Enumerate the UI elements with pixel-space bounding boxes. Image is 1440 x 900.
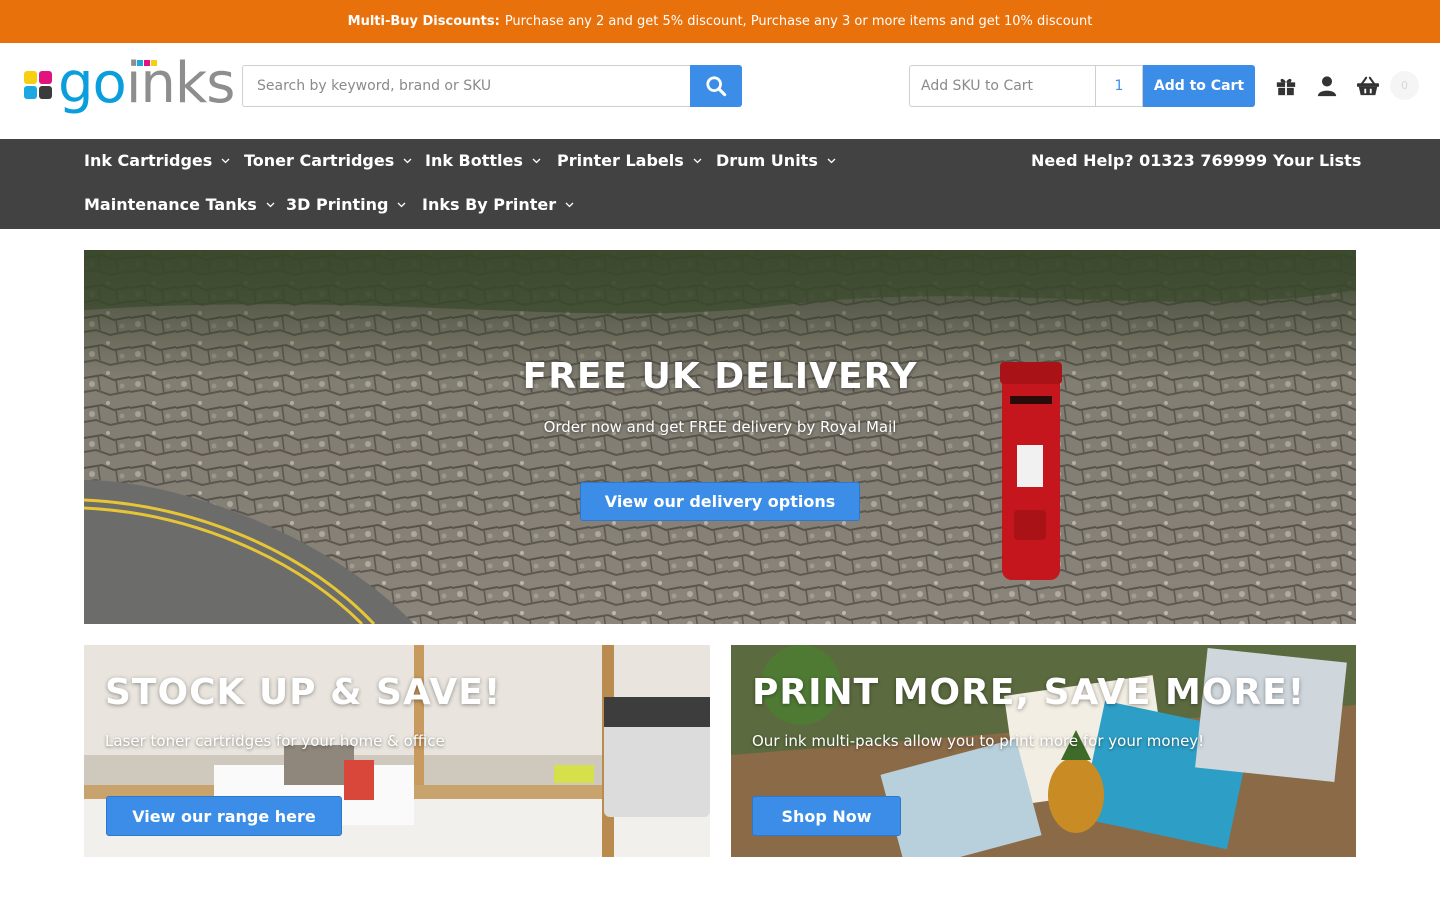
quantity-input[interactable] [1095, 65, 1143, 107]
logo-square-yellow [24, 71, 37, 84]
chevron-down-icon [532, 158, 541, 164]
logo-square-black [39, 86, 52, 99]
nav-item-3d-printing[interactable]: 3D Printing [286, 195, 406, 214]
chevron-down-icon [827, 158, 836, 164]
nav-label: Maintenance Tanks [84, 195, 257, 214]
goinks-logo[interactable]: goinks [24, 52, 235, 116]
tile-multipacks-title: PRINT MORE, SAVE MORE! [752, 672, 1306, 713]
nav-label: Drum Units [716, 151, 818, 170]
stone-wall-postbox-image [84, 250, 1356, 624]
nav-label: Printer Labels [557, 151, 684, 170]
view-range-button[interactable]: View our range here [106, 796, 342, 836]
your-lists-link[interactable]: Your Lists [1273, 151, 1361, 170]
nav-label: Toner Cartridges [244, 151, 395, 170]
tile-toner-subtitle: Laser toner cartridges for your home & o… [105, 732, 445, 750]
announcement-bar: Multi-Buy Discounts: Purchase any 2 and … [0, 0, 1440, 43]
tile-multipacks-subtitle: Our ink multi-packs allow you to print m… [752, 732, 1205, 750]
shop-now-button[interactable]: Shop Now [752, 796, 901, 836]
logo-dot-cyan [137, 60, 143, 66]
account-button[interactable] [1315, 74, 1339, 98]
logo-go: go [58, 51, 127, 116]
main-navigation: Ink Cartridges Toner Cartridges Ink Bott… [0, 139, 1440, 229]
hero-banner-image [84, 250, 1356, 624]
search-form [242, 65, 742, 107]
nav-label: 3D Printing [286, 195, 389, 214]
chevron-down-icon [221, 158, 230, 164]
gift-button[interactable] [1274, 74, 1298, 98]
announcement-label: Multi-Buy Discounts: [347, 14, 500, 29]
basket-button[interactable] [1356, 74, 1380, 98]
chevron-down-icon [397, 202, 406, 208]
nav-item-inks-by-printer[interactable]: Inks By Printer [422, 195, 574, 214]
add-to-cart-button[interactable]: Add to Cart [1143, 65, 1255, 107]
chevron-down-icon [266, 202, 275, 208]
site-header: goinks Add to Cart [0, 43, 1440, 139]
account-icon [1317, 76, 1337, 97]
nav-label: Ink Cartridges [84, 151, 213, 170]
search-input[interactable] [242, 65, 691, 107]
chevron-down-icon [693, 158, 702, 164]
nav-item-printer-labels[interactable]: Printer Labels [557, 151, 702, 170]
logo-dot-magenta [144, 60, 150, 66]
logo-square-magenta [39, 71, 52, 84]
nav-label: Inks By Printer [422, 195, 557, 214]
nav-item-ink-bottles[interactable]: Ink Bottles [425, 151, 541, 170]
need-help-phone-link[interactable]: Need Help? 01323 769999 [1031, 151, 1267, 170]
hero-title: FREE UK DELIVERY [522, 356, 918, 397]
nav-label: Ink Bottles [425, 151, 523, 170]
view-delivery-options-button[interactable]: View our delivery options [580, 482, 860, 521]
logo-dot-yellow [151, 60, 157, 66]
nav-item-ink-cartridges[interactable]: Ink Cartridges [84, 151, 230, 170]
hero-subtitle: Order now and get FREE delivery by Royal… [543, 418, 897, 436]
logo-square-cyan [24, 86, 37, 99]
search-icon [706, 76, 727, 97]
tile-toner-title: STOCK UP & SAVE! [105, 672, 502, 713]
chevron-down-icon [565, 202, 574, 208]
basket-icon [1357, 76, 1379, 96]
nav-item-maintenance-tanks[interactable]: Maintenance Tanks [84, 195, 275, 214]
nav-item-drum-units[interactable]: Drum Units [716, 151, 836, 170]
gift-icon [1276, 78, 1296, 96]
chevron-down-icon [403, 158, 412, 164]
announcement-text: Purchase any 2 and get 5% discount, Purc… [504, 14, 1093, 29]
cart-count-badge[interactable]: 0 [1390, 71, 1419, 100]
search-button[interactable] [690, 65, 742, 107]
nav-item-toner-cartridges[interactable]: Toner Cartridges [244, 151, 412, 170]
sku-input[interactable] [909, 65, 1096, 107]
